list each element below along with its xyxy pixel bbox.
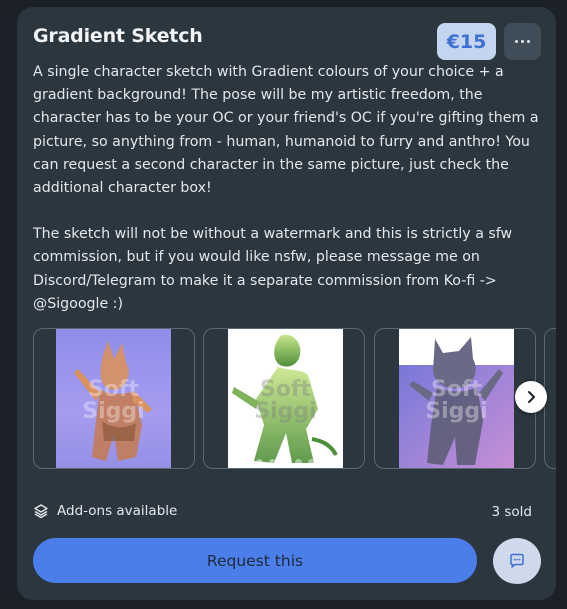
request-button[interactable]: Request this bbox=[33, 538, 477, 583]
description-paragraph-2: The sketch will not be without a waterma… bbox=[33, 226, 513, 312]
watermark-text: Siggi bbox=[425, 399, 488, 424]
sketch-artwork: Soft Siggi bbox=[56, 329, 171, 468]
pagination-dot[interactable] bbox=[308, 459, 315, 466]
addons-label: Add-ons available bbox=[57, 503, 178, 519]
product-title: Gradient Sketch bbox=[33, 25, 203, 47]
pagination-dot[interactable] bbox=[295, 459, 302, 466]
chat-button[interactable] bbox=[493, 538, 541, 584]
gallery-pagination bbox=[243, 459, 315, 466]
pagination-dot[interactable] bbox=[243, 459, 250, 466]
pagination-dot[interactable] bbox=[256, 459, 263, 466]
watermark-text: Siggi bbox=[254, 399, 317, 424]
more-options-icon bbox=[515, 40, 530, 43]
product-card: Gradient Sketch €15 A single character s… bbox=[17, 7, 556, 600]
gallery-image-3[interactable]: Soft Siggi bbox=[374, 328, 536, 469]
sketch-artwork: Soft Siggi bbox=[399, 329, 514, 468]
watermark-text: Siggi bbox=[82, 399, 145, 424]
gallery-image-2[interactable]: Soft Siggi bbox=[203, 328, 365, 469]
gallery-next-button[interactable] bbox=[515, 381, 547, 413]
pagination-dot[interactable] bbox=[269, 459, 276, 466]
chat-bubble-icon bbox=[510, 553, 524, 568]
description-paragraph-1: A single character sketch with Gradient … bbox=[33, 64, 539, 197]
chevron-right-icon bbox=[528, 391, 535, 403]
price-badge: €15 bbox=[437, 23, 496, 60]
pagination-dot[interactable] bbox=[282, 459, 289, 466]
sketch-artwork: Soft Siggi bbox=[228, 329, 343, 468]
product-description: A single character sketch with Gradient … bbox=[33, 61, 539, 316]
sold-count: 3 sold bbox=[491, 504, 533, 520]
gallery-image-1[interactable]: Soft Siggi bbox=[33, 328, 195, 469]
addons-indicator: Add-ons available bbox=[33, 503, 177, 519]
layers-icon bbox=[34, 504, 48, 519]
more-options-button[interactable] bbox=[504, 23, 541, 60]
